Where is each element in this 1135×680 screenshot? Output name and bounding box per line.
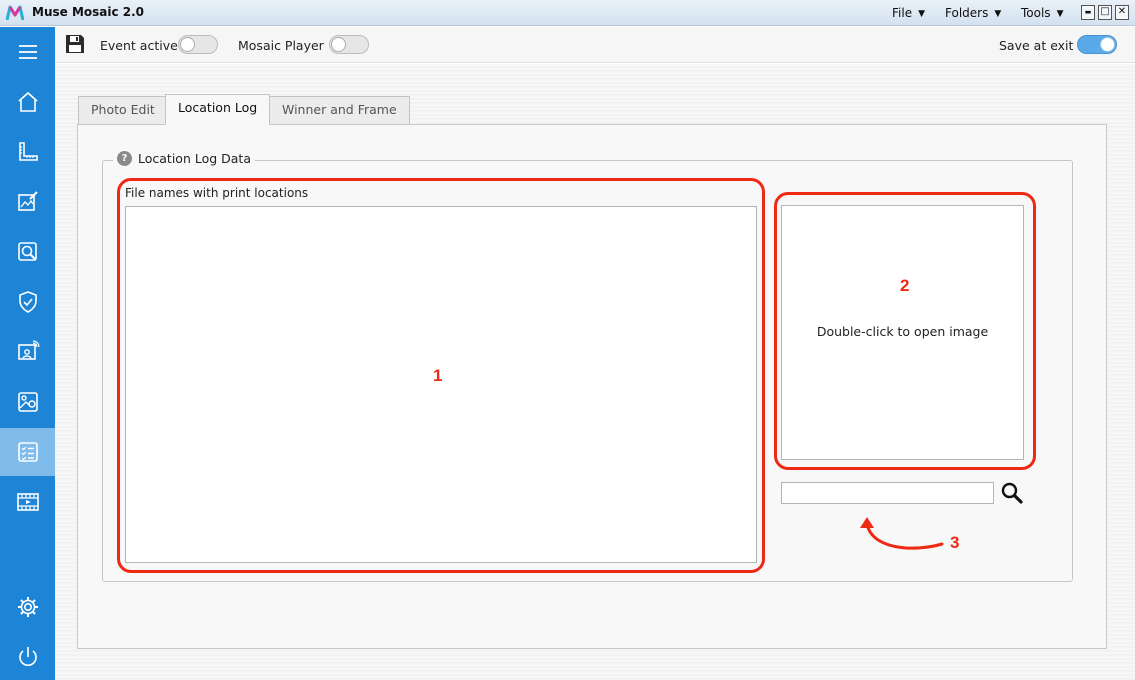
menu-file-label: File — [892, 6, 913, 20]
shield-check-icon — [18, 291, 37, 313]
maximize-button[interactable]: □ — [1098, 5, 1112, 20]
sidebar-item-security[interactable] — [0, 278, 55, 326]
tab-winner-and-frame[interactable]: Winner and Frame — [269, 96, 410, 124]
chevron-down-icon: ▼ — [1056, 9, 1064, 19]
chevron-down-icon: ▼ — [918, 9, 926, 19]
sidebar-item-settings[interactable] — [0, 583, 55, 631]
save-at-exit-label: Save at exit — [999, 38, 1074, 53]
annotation-number-3: 3 — [950, 533, 960, 552]
sidebar-item-power[interactable] — [0, 633, 55, 680]
sidebar-item-menu[interactable] — [0, 28, 55, 76]
menu-file[interactable]: File ▼ — [892, 6, 925, 20]
event-active-label: Event active — [100, 38, 178, 53]
event-active-toggle[interactable] — [178, 35, 218, 54]
ruler-icon — [18, 142, 38, 161]
sidebar-item-presentation[interactable] — [0, 328, 55, 376]
menu-tools-label: Tools — [1021, 6, 1051, 20]
annotation-number-1: 1 — [433, 366, 443, 385]
video-film-icon — [16, 493, 39, 511]
minimize-icon: ▬ — [1084, 8, 1092, 16]
sidebar — [0, 27, 55, 680]
toolbar: Event active Mosaic Player Save at exit — [55, 27, 1135, 63]
file-list-label: File names with print locations — [125, 186, 309, 200]
floppy-disk-icon[interactable] — [64, 33, 86, 55]
sidebar-item-home[interactable] — [0, 78, 55, 126]
app-logo-icon — [6, 5, 24, 21]
group-title: ? Location Log Data — [113, 151, 255, 166]
sidebar-item-layout[interactable] — [0, 128, 55, 176]
search-input[interactable] — [781, 482, 994, 504]
title-bar: Muse Mosaic 2.0 File ▼ Folders ▼ Tools ▼ ▬ … — [0, 0, 1135, 26]
sidebar-item-zoom[interactable] — [0, 228, 55, 276]
toggle-knob — [331, 37, 346, 52]
checklist-icon — [17, 442, 38, 462]
annotation-number-2: 2 — [900, 276, 910, 295]
app-title: Muse Mosaic 2.0 — [32, 5, 145, 19]
maximize-icon: □ — [1100, 6, 1110, 17]
hamburger-menu-icon — [18, 45, 37, 59]
tab-location-log[interactable]: Location Log — [165, 94, 271, 125]
photo-edit-icon — [17, 191, 38, 211]
menu-tools[interactable]: Tools ▼ — [1021, 6, 1063, 20]
sidebar-item-video[interactable] — [0, 478, 55, 526]
power-icon — [18, 647, 37, 666]
minimize-button[interactable]: ▬ — [1081, 5, 1095, 20]
sidebar-item-location-log[interactable] — [0, 428, 55, 476]
chevron-down-icon: ▼ — [994, 9, 1002, 19]
main-content: Photo Edit Location Log Winner and Frame… — [55, 64, 1135, 680]
preview-hint: Double-click to open image — [816, 324, 989, 339]
close-icon: ✕ — [1117, 6, 1127, 17]
close-button[interactable]: ✕ — [1115, 5, 1129, 20]
gear-icon — [17, 597, 38, 617]
presentation-user-icon — [17, 340, 40, 360]
menu-folders[interactable]: Folders ▼ — [945, 6, 1001, 20]
image-location-icon — [17, 392, 38, 412]
search-icon[interactable] — [1000, 481, 1024, 505]
image-preview-box[interactable]: Double-click to open image — [781, 205, 1024, 460]
help-icon[interactable]: ? — [117, 151, 132, 166]
annotation-arrow-icon — [860, 517, 944, 550]
toggle-knob — [1100, 37, 1115, 52]
toggle-knob — [180, 37, 195, 52]
sidebar-item-image-location[interactable] — [0, 378, 55, 426]
group-title-label: Location Log Data — [138, 151, 251, 166]
tab-photo-edit[interactable]: Photo Edit — [78, 96, 168, 124]
mosaic-player-label: Mosaic Player — [238, 38, 324, 53]
zoom-photo-icon — [17, 242, 37, 261]
mosaic-player-toggle[interactable] — [329, 35, 369, 54]
save-at-exit-toggle[interactable] — [1077, 35, 1117, 54]
sidebar-item-photo-edit[interactable] — [0, 178, 55, 226]
menu-folders-label: Folders — [945, 6, 989, 20]
home-icon — [17, 91, 38, 112]
